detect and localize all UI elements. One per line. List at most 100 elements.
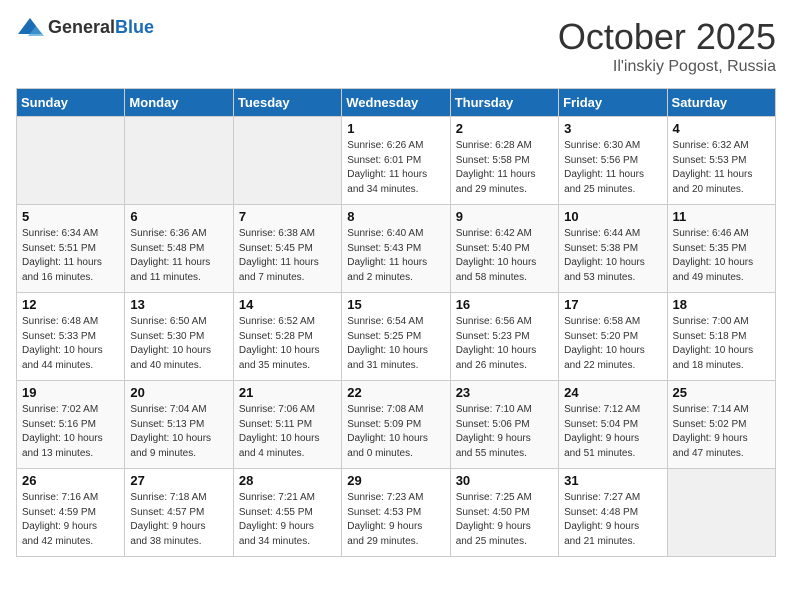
day-info: Sunrise: 7:16 AM Sunset: 4:59 PM Dayligh… [22,491,119,549]
calendar-cell: 31Sunrise: 7:27 AM Sunset: 4:48 PM Dayli… [559,469,667,557]
calendar-cell: 10 Sunrise: 6:44 AM Sunset: 5:38 PM Dayli… [559,205,667,293]
calendar-cell: 23 Sunrise: 7:10 AM Sunset: 5:06 PM Dayli… [450,381,558,469]
day-number: 7 [239,209,336,224]
day-number: 6 [130,209,227,224]
day-info: Sunrise: 6:56 AM Sunset: 5:23 PM Dayligh… [456,315,553,373]
day-number: 23 [456,385,553,400]
day-info: Sunrise: 7:14 AM Sunset: 5:02 PM Dayligh… [673,403,770,461]
day-number: 10 [564,209,661,224]
day-number: 24 [564,385,661,400]
day-number: 17 [564,297,661,312]
day-info: Sunrise: 6:46 AM Sunset: 5:35 PM Dayligh… [673,227,770,285]
calendar-cell: 28 Sunrise: 7:21 AM Sunset: 4:55 PM Dayli… [233,469,341,557]
calendar-week-row: 26 Sunrise: 7:16 AM Sunset: 4:59 PM Dayli… [17,469,776,557]
month-title: October 2025 [558,16,776,58]
weekday-header: Wednesday [342,89,450,117]
day-info: Sunrise: 6:44 AM Sunset: 5:38 PM Dayligh… [564,227,661,285]
calendar-cell [667,469,775,557]
weekday-header: Tuesday [233,89,341,117]
calendar-cell: 25 Sunrise: 7:14 AM Sunset: 5:02 PM Dayli… [667,381,775,469]
day-info: Sunrise: 7:21 AM Sunset: 4:55 PM Dayligh… [239,491,336,549]
weekday-header: Monday [125,89,233,117]
calendar-cell: 6 Sunrise: 6:36 AM Sunset: 5:48 PM Daylig… [125,205,233,293]
calendar-week-row: 19 Sunrise: 7:02 AM Sunset: 5:16 PM Dayli… [17,381,776,469]
calendar-cell: 26 Sunrise: 7:16 AM Sunset: 4:59 PM Dayli… [17,469,125,557]
calendar-cell: 15 Sunrise: 6:54 AM Sunset: 5:25 PM Dayli… [342,293,450,381]
calendar-cell: 5 Sunrise: 6:34 AM Sunset: 5:51 PM Daylig… [17,205,125,293]
calendar-cell: 30 Sunrise: 7:25 AM Sunset: 4:50 PM Dayli… [450,469,558,557]
day-number: 2 [456,121,553,136]
day-info: Sunrise: 6:32 AM Sunset: 5:53 PM Dayligh… [673,139,770,197]
day-number: 28 [239,473,336,488]
calendar-week-row: 12 Sunrise: 6:48 AM Sunset: 5:33 PM Dayli… [17,293,776,381]
day-info: Sunrise: 7:00 AM Sunset: 5:18 PM Dayligh… [673,315,770,373]
day-info: Sunrise: 7:25 AM Sunset: 4:50 PM Dayligh… [456,491,553,549]
calendar-cell: 13 Sunrise: 6:50 AM Sunset: 5:30 PM Dayli… [125,293,233,381]
calendar-cell [233,117,341,205]
calendar-week-row: 1 Sunrise: 6:26 AM Sunset: 6:01 PM Daylig… [17,117,776,205]
day-number: 9 [456,209,553,224]
calendar-cell [17,117,125,205]
weekday-header: Friday [559,89,667,117]
day-number: 19 [22,385,119,400]
day-info: Sunrise: 6:58 AM Sunset: 5:20 PM Dayligh… [564,315,661,373]
day-number: 11 [673,209,770,224]
calendar-cell: 2 Sunrise: 6:28 AM Sunset: 5:58 PM Daylig… [450,117,558,205]
day-info: Sunrise: 7:02 AM Sunset: 5:16 PM Dayligh… [22,403,119,461]
day-info: Sunrise: 6:34 AM Sunset: 5:51 PM Dayligh… [22,227,119,285]
day-info: Sunrise: 6:36 AM Sunset: 5:48 PM Dayligh… [130,227,227,285]
day-number: 16 [456,297,553,312]
day-info: Sunrise: 6:26 AM Sunset: 6:01 PM Dayligh… [347,139,444,197]
day-number: 18 [673,297,770,312]
location-title: Il'inskiy Pogost, Russia [558,58,776,76]
day-info: Sunrise: 7:10 AM Sunset: 5:06 PM Dayligh… [456,403,553,461]
day-number: 13 [130,297,227,312]
day-number: 29 [347,473,444,488]
logo: GeneralBlue [16,16,154,38]
day-number: 8 [347,209,444,224]
day-info: Sunrise: 6:48 AM Sunset: 5:33 PM Dayligh… [22,315,119,373]
day-number: 5 [22,209,119,224]
calendar-cell: 20 Sunrise: 7:04 AM Sunset: 5:13 PM Dayli… [125,381,233,469]
calendar-cell: 21 Sunrise: 7:06 AM Sunset: 5:11 PM Dayli… [233,381,341,469]
day-info: Sunrise: 6:28 AM Sunset: 5:58 PM Dayligh… [456,139,553,197]
calendar-cell: 22 Sunrise: 7:08 AM Sunset: 5:09 PM Dayli… [342,381,450,469]
day-number: 1 [347,121,444,136]
calendar-week-row: 5 Sunrise: 6:34 AM Sunset: 5:51 PM Daylig… [17,205,776,293]
day-info: Sunrise: 6:38 AM Sunset: 5:45 PM Dayligh… [239,227,336,285]
day-number: 30 [456,473,553,488]
day-number: 15 [347,297,444,312]
title-block: October 2025 Il'inskiy Pogost, Russia [558,16,776,76]
calendar-cell: 4Sunrise: 6:32 AM Sunset: 5:53 PM Daylig… [667,117,775,205]
weekday-header: Saturday [667,89,775,117]
calendar-cell: 8Sunrise: 6:40 AM Sunset: 5:43 PM Daylig… [342,205,450,293]
day-info: Sunrise: 7:04 AM Sunset: 5:13 PM Dayligh… [130,403,227,461]
calendar-cell: 11 Sunrise: 6:46 AM Sunset: 5:35 PM Dayli… [667,205,775,293]
day-number: 22 [347,385,444,400]
calendar-cell: 19 Sunrise: 7:02 AM Sunset: 5:16 PM Dayli… [17,381,125,469]
day-info: Sunrise: 7:23 AM Sunset: 4:53 PM Dayligh… [347,491,444,549]
day-info: Sunrise: 7:12 AM Sunset: 5:04 PM Dayligh… [564,403,661,461]
day-number: 3 [564,121,661,136]
calendar-cell: 1 Sunrise: 6:26 AM Sunset: 6:01 PM Daylig… [342,117,450,205]
weekday-header: Sunday [17,89,125,117]
day-number: 25 [673,385,770,400]
calendar-cell: 9 Sunrise: 6:42 AM Sunset: 5:40 PM Daylig… [450,205,558,293]
day-info: Sunrise: 7:08 AM Sunset: 5:09 PM Dayligh… [347,403,444,461]
day-info: Sunrise: 7:06 AM Sunset: 5:11 PM Dayligh… [239,403,336,461]
day-info: Sunrise: 7:18 AM Sunset: 4:57 PM Dayligh… [130,491,227,549]
calendar-header-row: SundayMondayTuesdayWednesdayThursdayFrid… [17,89,776,117]
calendar-cell: 27Sunrise: 7:18 AM Sunset: 4:57 PM Dayli… [125,469,233,557]
day-number: 12 [22,297,119,312]
calendar-cell [125,117,233,205]
logo-text-general: General [48,17,115,37]
day-number: 21 [239,385,336,400]
day-info: Sunrise: 6:50 AM Sunset: 5:30 PM Dayligh… [130,315,227,373]
day-number: 31 [564,473,661,488]
day-number: 26 [22,473,119,488]
day-info: Sunrise: 6:42 AM Sunset: 5:40 PM Dayligh… [456,227,553,285]
day-number: 20 [130,385,227,400]
calendar-cell: 17 Sunrise: 6:58 AM Sunset: 5:20 PM Dayli… [559,293,667,381]
day-info: Sunrise: 6:54 AM Sunset: 5:25 PM Dayligh… [347,315,444,373]
calendar-cell: 24 Sunrise: 7:12 AM Sunset: 5:04 PM Dayli… [559,381,667,469]
